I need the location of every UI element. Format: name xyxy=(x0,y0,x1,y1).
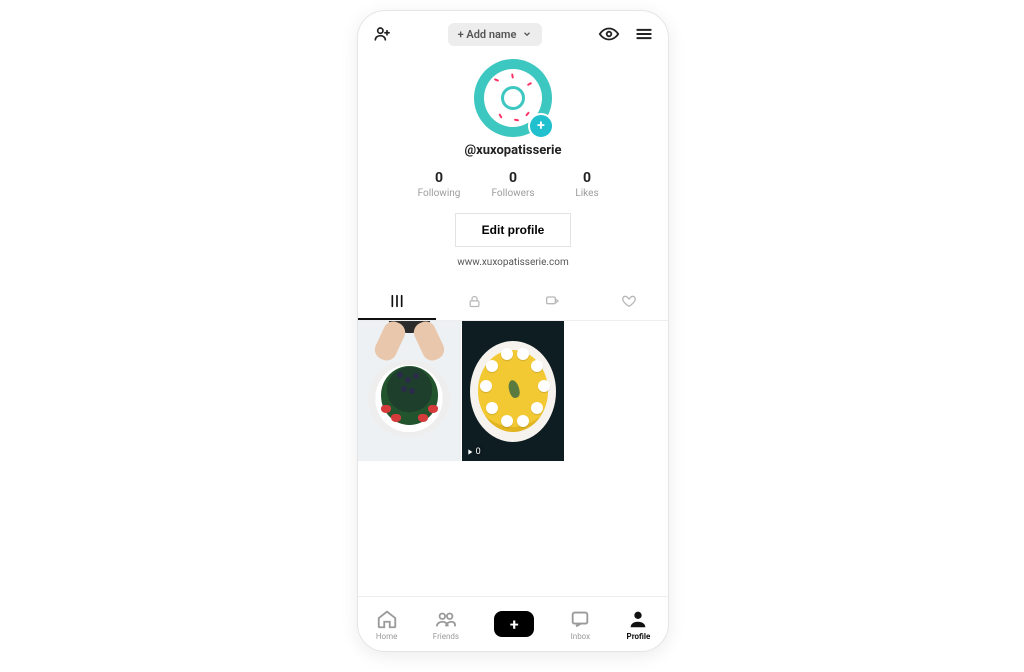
play-icon xyxy=(466,448,474,456)
avatar-plus-badge[interactable]: + xyxy=(528,113,554,139)
heart-icon xyxy=(621,293,637,309)
tab-liked[interactable] xyxy=(591,284,669,318)
tab-reposts[interactable] xyxy=(513,284,591,318)
nav-friends[interactable]: Friends xyxy=(433,608,459,641)
plus-icon: + xyxy=(494,611,534,637)
nav-label: Profile xyxy=(627,632,651,641)
video-thumb[interactable]: 0 xyxy=(462,321,565,461)
inbox-icon xyxy=(569,608,591,630)
add-name-label: + Add name xyxy=(458,28,517,41)
top-bar: + Add name xyxy=(358,11,668,57)
stat-following[interactable]: 0 Following xyxy=(402,170,476,199)
eye-icon[interactable] xyxy=(598,23,620,45)
phone-frame: + Add name xyxy=(357,10,669,652)
video-views: 0 xyxy=(466,447,481,457)
stat-count: 0 xyxy=(402,170,476,186)
nav-label: Home xyxy=(376,632,398,641)
grid-icon xyxy=(389,293,405,309)
profile-icon xyxy=(627,608,649,630)
edit-profile-button[interactable]: Edit profile xyxy=(455,213,572,247)
repost-icon xyxy=(544,293,560,309)
friends-icon xyxy=(435,608,457,630)
views-count: 0 xyxy=(476,447,481,457)
nav-profile[interactable]: Profile xyxy=(627,608,651,641)
profile-content: + @xuxopatisserie 0 Following 0 Follower… xyxy=(358,57,668,596)
home-icon xyxy=(376,608,398,630)
username: @xuxopatisserie xyxy=(358,143,668,158)
stats-row: 0 Following 0 Followers 0 Likes xyxy=(358,170,668,199)
stat-count: 0 xyxy=(476,170,550,186)
nav-label: Inbox xyxy=(571,632,591,641)
tab-locked[interactable] xyxy=(436,284,514,318)
add-person-icon[interactable] xyxy=(372,24,392,44)
stat-followers[interactable]: 0 Followers xyxy=(476,170,550,199)
chevron-down-icon xyxy=(522,29,532,39)
bio-link[interactable]: www.xuxopatisserie.com xyxy=(358,257,668,268)
stat-count: 0 xyxy=(550,170,624,186)
nav-create[interactable]: + xyxy=(494,611,534,637)
add-name-pill[interactable]: + Add name xyxy=(448,23,543,46)
stat-label: Likes xyxy=(550,188,624,199)
lock-icon xyxy=(467,294,482,309)
menu-icon[interactable] xyxy=(634,24,654,44)
stat-label: Following xyxy=(402,188,476,199)
video-thumb[interactable] xyxy=(358,321,461,461)
video-grid: 0 xyxy=(358,321,668,461)
stat-label: Followers xyxy=(476,188,550,199)
stat-likes[interactable]: 0 Likes xyxy=(550,170,624,199)
nav-home[interactable]: Home xyxy=(376,608,398,641)
nav-inbox[interactable]: Inbox xyxy=(569,608,591,641)
nav-label: Friends xyxy=(433,632,459,641)
video-thumb-empty xyxy=(565,321,668,461)
tab-grid[interactable] xyxy=(358,284,436,320)
avatar[interactable]: + xyxy=(474,59,552,137)
bottom-nav: Home Friends + Inbox Prof xyxy=(358,596,668,651)
content-tabs xyxy=(358,284,668,321)
